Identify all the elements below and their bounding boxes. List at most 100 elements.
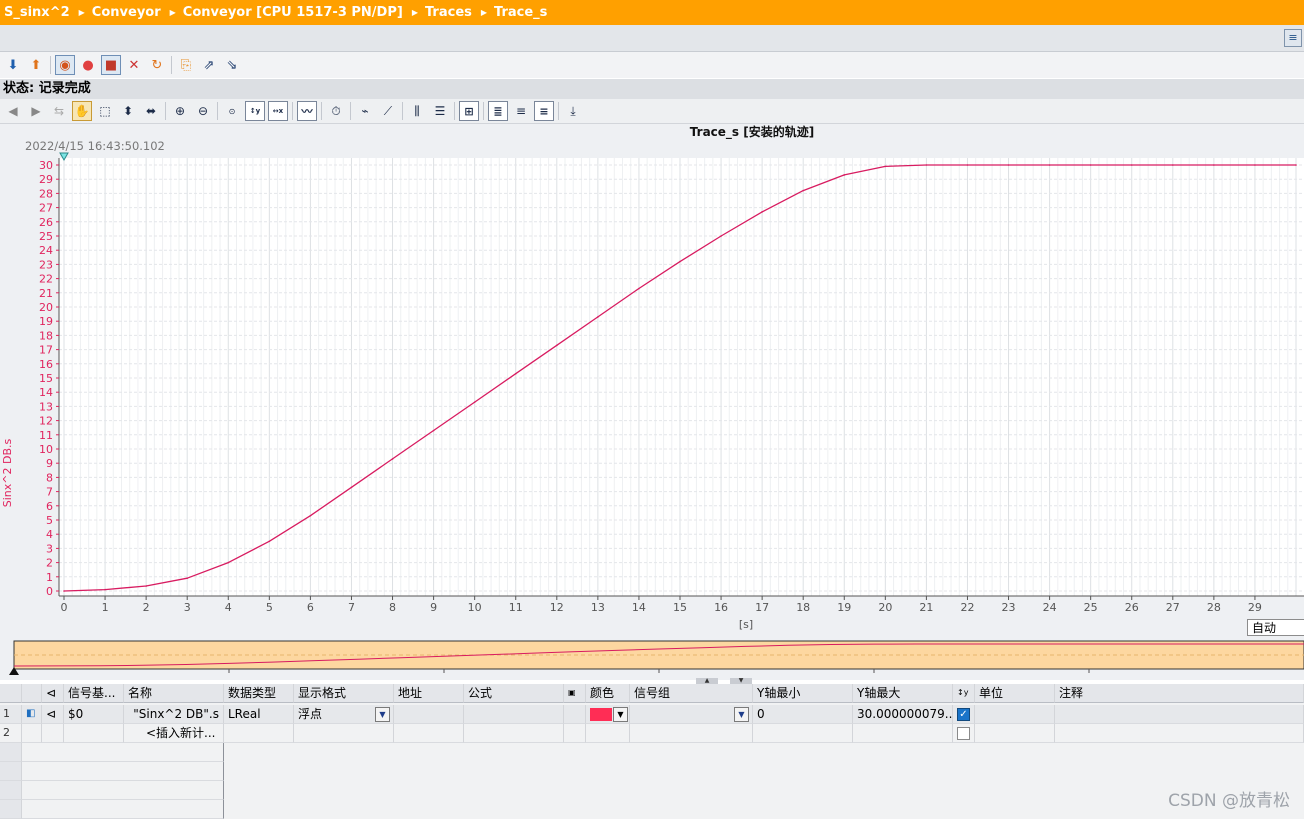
signal-visible-icon[interactable]: ⊲ bbox=[42, 705, 64, 724]
formula-edit-icon[interactable]: ▣ bbox=[564, 684, 586, 703]
import-icon[interactable]: ⇘ bbox=[222, 55, 242, 75]
y-tick-label: 9 bbox=[46, 457, 53, 470]
monitor-on-icon[interactable]: ◉ bbox=[55, 55, 75, 75]
start-recording-icon[interactable]: ● bbox=[78, 55, 98, 75]
add-measurement-icon[interactable]: ⎘ bbox=[176, 55, 196, 75]
address-cell[interactable] bbox=[394, 705, 464, 724]
col-signal-group[interactable]: 信号组 bbox=[630, 684, 753, 703]
zoom-100-icon[interactable]: ⊙ bbox=[222, 101, 242, 121]
repeat-recording-icon[interactable]: ↻ bbox=[147, 55, 167, 75]
chevron-down-icon[interactable]: ▼ bbox=[375, 707, 390, 722]
zoom-out-icon[interactable]: ⊖ bbox=[193, 101, 213, 121]
panel-toggle-icon[interactable]: ≡ bbox=[1284, 29, 1302, 47]
insert-new-signal[interactable]: <插入新计... bbox=[124, 724, 224, 743]
data-point bbox=[1007, 164, 1010, 166]
breadcrumb-project[interactable]: S_sinx^2 bbox=[4, 5, 70, 20]
measurement-table-icon[interactable]: ⊞ bbox=[459, 101, 479, 121]
signal-view-icon[interactable]: 〰 bbox=[297, 101, 317, 121]
table-row[interactable]: 1 ◧ ⊲ $0 "Sinx^2 DB".s LReal 浮点 ▼ ▼ ▼ 0 … bbox=[0, 705, 1304, 724]
y-tick-label: 24 bbox=[39, 244, 53, 257]
x-tick-label: 7 bbox=[348, 601, 355, 614]
scale-100-checkbox[interactable]: ✓ bbox=[957, 708, 970, 721]
breadcrumb-cpu[interactable]: Conveyor [CPU 1517-3 PN/DP] bbox=[183, 5, 403, 20]
scale-100-checkbox[interactable] bbox=[957, 727, 970, 740]
time-marker-icon[interactable]: ⏱ bbox=[326, 101, 346, 121]
col-comment[interactable]: 注释 bbox=[1055, 684, 1304, 703]
breadcrumb-trace[interactable]: Trace_s bbox=[494, 5, 547, 20]
col-color[interactable]: 颜色 bbox=[586, 684, 630, 703]
x-tick-label: 23 bbox=[1002, 601, 1016, 614]
y-max-cell[interactable]: 30.000000079... bbox=[853, 705, 953, 724]
x-unit-dropdown[interactable]: 自动 bbox=[1247, 619, 1304, 636]
back-icon[interactable]: ◀ bbox=[3, 101, 23, 121]
y-tick-label: 19 bbox=[39, 315, 53, 328]
breadcrumb-device[interactable]: Conveyor bbox=[92, 5, 161, 20]
zoom-horizontal-icon[interactable]: ⬌ bbox=[141, 101, 161, 121]
display-format-cell[interactable]: 浮点 ▼ bbox=[294, 705, 394, 724]
y-tick-label: 26 bbox=[39, 216, 53, 229]
breadcrumb-traces[interactable]: Traces bbox=[425, 5, 472, 20]
download-to-device-icon[interactable]: ⬇ bbox=[3, 55, 23, 75]
zoom-in-icon[interactable]: ⊕ bbox=[170, 101, 190, 121]
data-point bbox=[1172, 164, 1174, 166]
signal-group-cell[interactable]: ▼ bbox=[630, 705, 753, 724]
export-chart-icon[interactable]: ⤓ bbox=[563, 101, 583, 121]
data-point bbox=[1254, 164, 1256, 166]
col-formula[interactable]: 公式 bbox=[464, 684, 564, 703]
x-tick-label: 15 bbox=[673, 601, 687, 614]
col-y-min[interactable]: Y轴最小 bbox=[753, 684, 853, 703]
delete-trace-icon[interactable]: ✕ bbox=[124, 55, 144, 75]
col-display-format[interactable]: 显示格式 bbox=[294, 684, 394, 703]
overview-strip[interactable] bbox=[0, 639, 1304, 680]
y-tick-label: 12 bbox=[39, 415, 53, 428]
upload-from-device-icon[interactable]: ⬆ bbox=[26, 55, 46, 75]
col-signal-base[interactable]: 信号基... bbox=[64, 684, 124, 703]
follow-icon[interactable]: ⇆ bbox=[49, 101, 69, 121]
col-y-max[interactable]: Y轴最大 bbox=[853, 684, 953, 703]
x-tick-label: 18 bbox=[796, 601, 810, 614]
zoom-selection-icon[interactable]: ⬚ bbox=[95, 101, 115, 121]
signal-name-cell[interactable]: "Sinx^2 DB".s bbox=[124, 705, 224, 724]
unit-cell[interactable] bbox=[975, 705, 1055, 724]
export-icon[interactable]: ⇗ bbox=[199, 55, 219, 75]
data-point bbox=[884, 165, 887, 168]
legend-list-icon[interactable]: ≣ bbox=[488, 101, 508, 121]
y-tick-label: 18 bbox=[39, 329, 53, 342]
line-style-icon[interactable]: ⌁ bbox=[355, 101, 375, 121]
overview-svg[interactable] bbox=[0, 639, 1304, 680]
vertical-cursor-icon[interactable]: ⫼ bbox=[407, 101, 427, 121]
zoom-vertical-icon[interactable]: ⬍ bbox=[118, 101, 138, 121]
forward-icon[interactable]: ▶ bbox=[26, 101, 46, 121]
data-point bbox=[597, 316, 599, 318]
align-left-icon[interactable]: ≡ bbox=[511, 101, 531, 121]
data-point bbox=[309, 514, 312, 517]
comment-cell[interactable] bbox=[1055, 705, 1304, 724]
scale-100-icon[interactable]: ↕y bbox=[953, 684, 975, 703]
x-tick-label: 13 bbox=[591, 601, 605, 614]
chevron-down-icon[interactable]: ▼ bbox=[613, 707, 628, 722]
formula-cell[interactable] bbox=[464, 705, 564, 724]
chart-svg[interactable]: 0123456789101112131415161718192021222324… bbox=[0, 124, 1304, 639]
diagonal-line-icon[interactable]: ⟋ bbox=[378, 101, 398, 121]
x-tick-label: 19 bbox=[837, 601, 851, 614]
signal-base-cell[interactable]: $0 bbox=[64, 705, 124, 724]
col-data-type[interactable]: 数据类型 bbox=[224, 684, 294, 703]
table-row[interactable]: 2 <插入新计... bbox=[0, 724, 1304, 743]
chevron-down-icon[interactable]: ▼ bbox=[734, 707, 749, 722]
x-tick-label: 24 bbox=[1043, 601, 1057, 614]
col-name[interactable]: 名称 bbox=[124, 684, 224, 703]
y-tick-label: 22 bbox=[39, 273, 53, 286]
col-address[interactable]: 地址 bbox=[394, 684, 464, 703]
stop-recording-icon[interactable]: ■ bbox=[101, 55, 121, 75]
data-point bbox=[720, 235, 722, 237]
y-scale-100-icon[interactable]: ↕y bbox=[245, 101, 265, 121]
horizontal-cursor-icon[interactable]: ☰ bbox=[430, 101, 450, 121]
x-tick-label: 22 bbox=[960, 601, 974, 614]
x-scale-100-icon[interactable]: ↔x bbox=[268, 101, 288, 121]
pan-hand-icon[interactable]: ✋ bbox=[72, 101, 92, 121]
color-swatch[interactable] bbox=[590, 708, 612, 721]
data-point bbox=[761, 211, 763, 213]
y-min-cell[interactable]: 0 bbox=[753, 705, 853, 724]
align-right-icon[interactable]: ≡ bbox=[534, 101, 554, 121]
col-unit[interactable]: 单位 bbox=[975, 684, 1055, 703]
